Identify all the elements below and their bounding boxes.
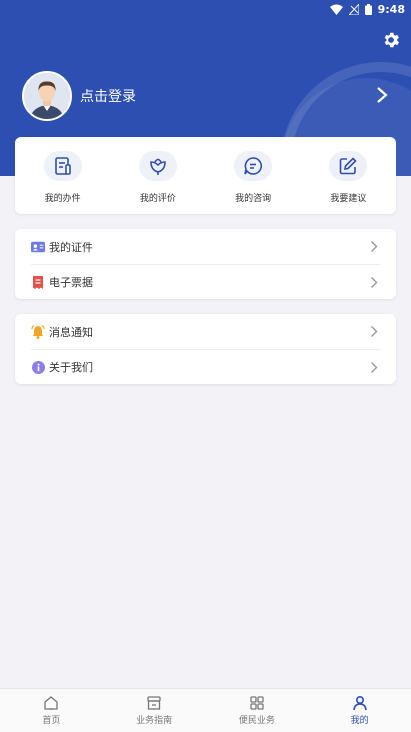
grid-icon (250, 696, 264, 710)
status-time: 9:48 (377, 3, 405, 16)
quick-action-suggestions[interactable]: 我要建议 (301, 137, 396, 214)
chevron-right-icon[interactable] (375, 85, 389, 105)
store-icon (147, 696, 161, 710)
status-bar: 9:48 (0, 0, 411, 20)
list-item-label: 关于我们 (49, 361, 93, 374)
tab-convenience-services[interactable]: 便民业务 (206, 689, 309, 732)
quick-action-label: 我的咨询 (235, 194, 272, 204)
login-row[interactable]: 点击登录 (22, 70, 397, 122)
wifi-icon (329, 4, 343, 15)
login-text[interactable]: 点击登录 (80, 86, 136, 106)
avatar (22, 71, 72, 121)
chevron-right-icon (371, 241, 378, 252)
quick-action-label: 我的办件 (44, 194, 81, 204)
person-icon (352, 695, 367, 711)
bell-icon (31, 324, 45, 339)
settings-card: 消息通知 关于我们 (15, 314, 396, 384)
list-item-my-certificates[interactable]: 我的证件 (15, 229, 396, 264)
quick-action-my-consultations[interactable]: 我的咨询 (206, 137, 301, 214)
quick-action-my-reviews[interactable]: 我的评价 (110, 137, 205, 214)
quick-action-label: 我要建议 (330, 194, 367, 204)
list-item-label: 电子票据 (49, 276, 93, 289)
quick-action-my-cases[interactable]: 我的办件 (15, 137, 110, 214)
battery-icon (364, 4, 372, 15)
tab-label: 业务指南 (136, 716, 173, 726)
gear-icon[interactable] (381, 30, 401, 50)
user-avatar-icon (24, 73, 70, 119)
list-item-notifications[interactable]: 消息通知 (15, 314, 396, 349)
tab-mine[interactable]: 我的 (308, 689, 411, 732)
tab-label: 便民业务 (238, 716, 275, 726)
chat-icon (234, 151, 273, 181)
edit-icon (329, 151, 368, 181)
tab-label: 首页 (42, 716, 61, 726)
list-item-e-receipts[interactable]: 电子票据 (31, 264, 380, 299)
tab-home[interactable]: 首页 (0, 689, 103, 732)
quick-action-label: 我的评价 (139, 194, 176, 204)
documents-card: 我的证件 电子票据 (15, 229, 396, 299)
tab-business-guide[interactable]: 业务指南 (103, 689, 206, 732)
receipt-icon (31, 275, 45, 289)
document-icon (43, 151, 82, 181)
list-item-about-us[interactable]: 关于我们 (31, 349, 380, 384)
info-icon (31, 360, 45, 374)
chevron-right-icon (371, 326, 378, 337)
flower-icon (138, 151, 177, 181)
signal-icon (348, 4, 359, 15)
tab-label: 我的 (350, 716, 369, 726)
home-icon (44, 696, 59, 710)
quick-actions-card: 我的办件 我的评价 我的咨询 我要建议 (15, 137, 396, 214)
id-card-icon (31, 240, 45, 254)
list-item-label: 消息通知 (49, 325, 93, 339)
chevron-right-icon (371, 362, 378, 373)
bottom-tab-bar: 首页 业务指南 便民业务 我的 (0, 688, 411, 732)
list-item-label: 我的证件 (49, 240, 93, 254)
chevron-right-icon (371, 277, 378, 288)
